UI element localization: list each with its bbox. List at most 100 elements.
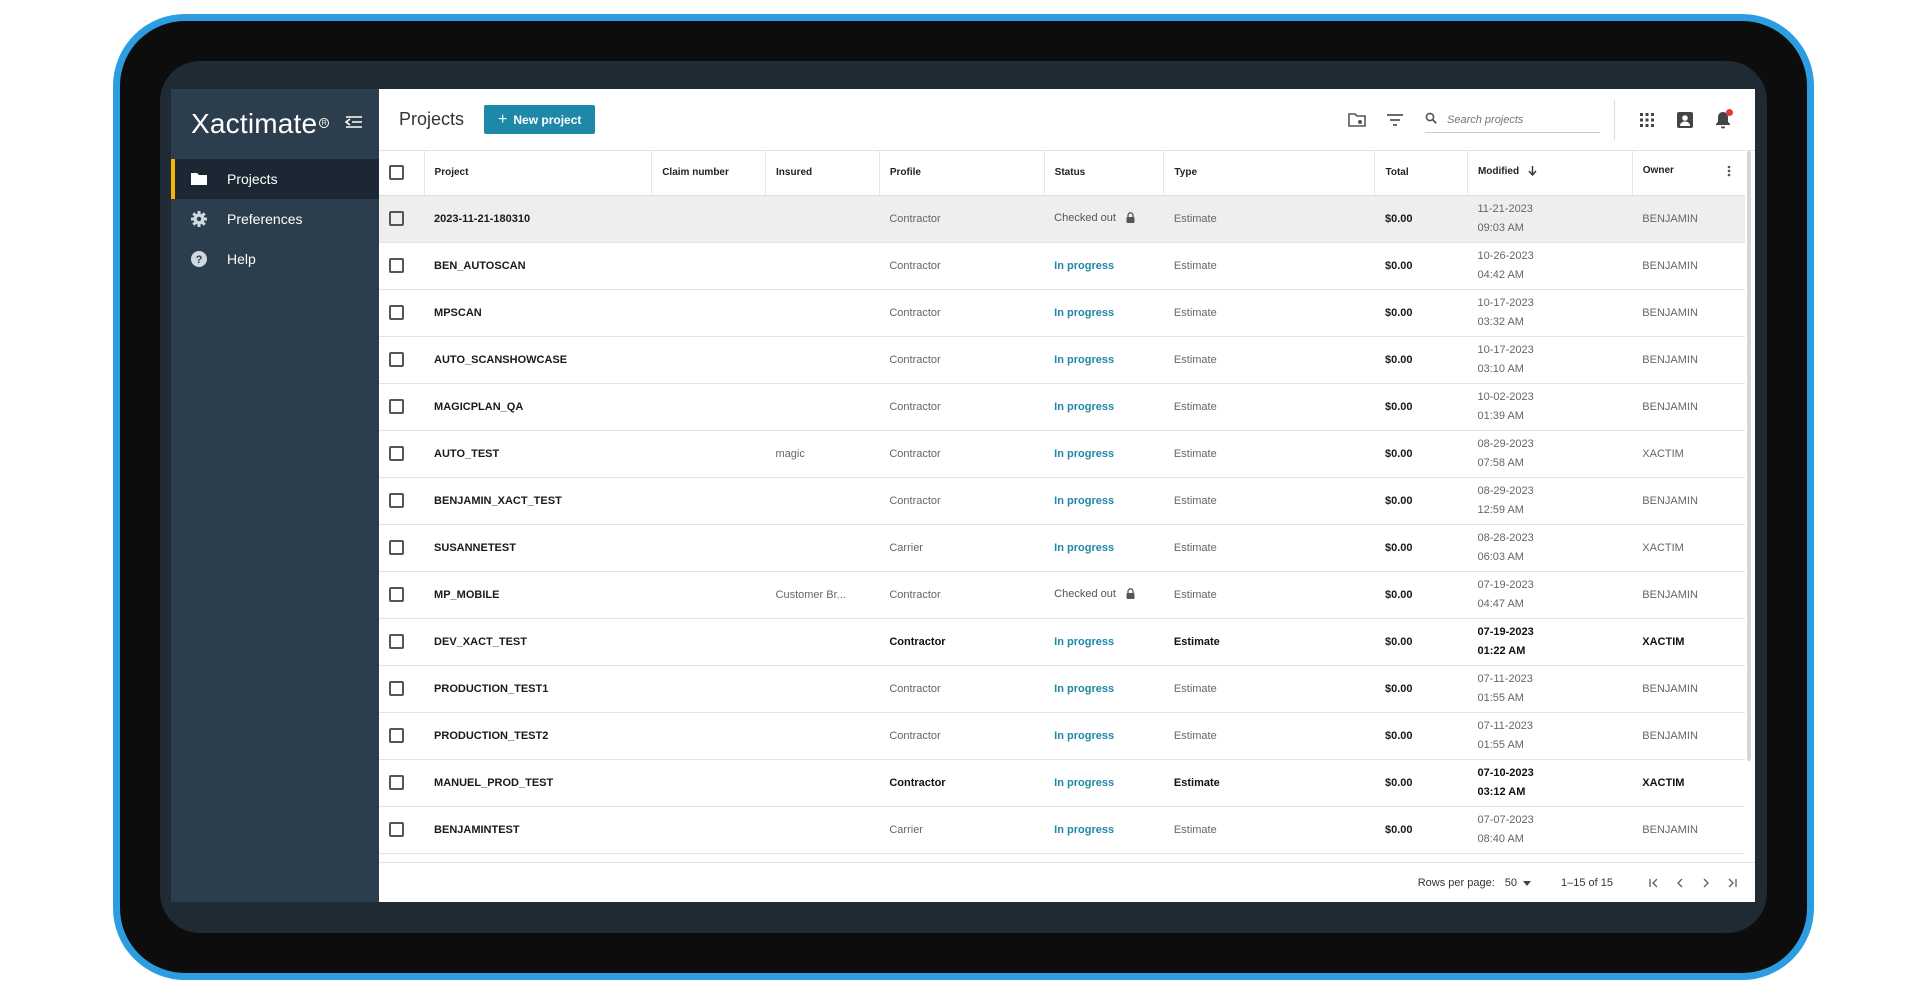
account-icon[interactable]	[1673, 108, 1697, 132]
table-row[interactable]: BENJAMIN_XACT_TEST Contractor In progress E…	[379, 477, 1745, 525]
column-insured[interactable]: Insured	[765, 151, 880, 196]
table-row[interactable]: 2023-11-21-180310 Contractor Checked out Es…	[379, 195, 1745, 243]
filter-icon[interactable]	[1383, 108, 1407, 132]
row-checkbox[interactable]	[389, 634, 404, 649]
sidebar: Xactimate R Projects Preferences ? Help	[171, 89, 379, 902]
table-row[interactable]: BENJAMINTEST Carrier In progress Estimate $0…	[379, 806, 1745, 854]
notification-bell-icon[interactable]	[1711, 108, 1735, 132]
divider	[1614, 100, 1615, 140]
column-total[interactable]: Total	[1374, 151, 1468, 196]
row-checkbox[interactable]	[389, 822, 404, 837]
type: Estimate	[1163, 289, 1375, 337]
type: Estimate	[1163, 242, 1375, 290]
search-input[interactable]	[1447, 113, 1587, 126]
project-name[interactable]: BENJAMIN_XACT_TEST	[424, 477, 652, 525]
table-row[interactable]: SUSANNETEST Carrier In progress Estimate $0.…	[379, 524, 1745, 572]
modified-date: 07-07-2023	[1477, 813, 1534, 826]
row-checkbox[interactable]	[389, 211, 404, 226]
modified-time: 01:55 AM	[1477, 691, 1524, 704]
column-status[interactable]: Status	[1044, 151, 1165, 196]
sort-descending-icon[interactable]	[1528, 166, 1537, 179]
insured: magic	[765, 430, 880, 478]
project-name[interactable]: BENJAMINTEST	[424, 806, 652, 854]
folder-settings-icon[interactable]	[1345, 108, 1369, 132]
table-row[interactable]: MP_MOBILE Customer Br... Contractor Checked…	[379, 571, 1745, 619]
rows-per-page-select[interactable]: 50	[1505, 877, 1531, 889]
table-row[interactable]: PRODUCTION_TEST2 Contractor In progress Est…	[379, 712, 1745, 760]
column-menu-icon[interactable]	[1727, 165, 1731, 180]
status-text: In progress	[1054, 776, 1115, 789]
column-claim-number[interactable]: Claim number	[651, 151, 767, 196]
select-all-checkbox[interactable]	[389, 165, 404, 181]
table-row[interactable]: BEN_AUTOSCAN Contractor In progress Estimat…	[379, 242, 1745, 290]
next-page-icon[interactable]	[1693, 870, 1719, 896]
sidebar-item-preferences[interactable]: Preferences	[171, 199, 379, 239]
topbar: Projects + New project	[379, 89, 1755, 151]
sidebar-item-projects[interactable]: Projects	[171, 159, 379, 199]
project-name[interactable]: BEN_AUTOSCAN	[424, 242, 652, 290]
modified-time: 12:59 AM	[1477, 503, 1524, 516]
modified-time: 09:03 AM	[1477, 221, 1524, 234]
table-row[interactable]: MAGICPLAN_QA Contractor In progress Estimat…	[379, 383, 1745, 431]
total: $0.00	[1374, 524, 1468, 572]
new-project-button[interactable]: + New project	[484, 105, 596, 134]
row-checkbox[interactable]	[389, 540, 404, 555]
collapse-sidebar-icon[interactable]	[343, 111, 365, 133]
previous-page-icon[interactable]	[1667, 870, 1693, 896]
column-modified[interactable]: Modified	[1467, 151, 1633, 196]
status-text: In progress	[1054, 729, 1115, 742]
table-row[interactable]: MANUEL_PROD_TEST Contractor In progress Est…	[379, 759, 1745, 807]
row-checkbox[interactable]	[389, 681, 404, 696]
project-name[interactable]: AUTO_TEST	[424, 430, 652, 478]
sidebar-item-help[interactable]: ? Help	[171, 239, 379, 279]
row-checkbox[interactable]	[389, 258, 404, 273]
project-name[interactable]: MP_MOBILE	[424, 571, 652, 619]
row-checkbox[interactable]	[389, 446, 404, 461]
table-row[interactable]: AUTO_SCANSHOWCASE Contractor In progress Es…	[379, 336, 1745, 384]
project-name[interactable]: 2023-11-21-180310	[424, 195, 652, 243]
column-type[interactable]: Type	[1163, 151, 1376, 196]
row-checkbox[interactable]	[389, 399, 404, 414]
folder-icon	[189, 169, 209, 189]
table-row[interactable]: MPSCAN Contractor In progress Estimate $0.00…	[379, 289, 1745, 337]
project-name[interactable]: PRODUCTION_TEST2	[424, 712, 652, 760]
column-profile[interactable]: Profile	[879, 151, 1045, 196]
table-header-row: Project Claim number Insured Profile Sta…	[379, 151, 1745, 196]
profile: Contractor	[879, 618, 1045, 666]
table-row[interactable]: AUTO_TEST magic Contractor In progress Estim…	[379, 430, 1745, 478]
row-checkbox[interactable]	[389, 587, 404, 602]
apps-grid-icon[interactable]	[1635, 108, 1659, 132]
modified-cell: 10-17-2023 03:10 AM	[1467, 336, 1633, 384]
project-name[interactable]: SUSANNETEST	[424, 524, 652, 572]
column-project[interactable]: Project	[424, 151, 653, 196]
project-name[interactable]: AUTO_SCANSHOWCASE	[424, 336, 652, 384]
status-text: In progress	[1054, 259, 1115, 272]
project-name[interactable]: MANUEL_PROD_TEST	[424, 759, 652, 807]
insured	[765, 289, 880, 337]
project-name[interactable]: MAGICPLAN_QA	[424, 383, 652, 431]
row-checkbox[interactable]	[389, 493, 404, 508]
status-cell: In progress	[1044, 383, 1164, 431]
project-name[interactable]: PRODUCTION_TEST1	[424, 665, 652, 713]
brand-name: Xactimate	[191, 108, 318, 139]
modified-cell: 08-29-2023 07:58 AM	[1467, 430, 1633, 478]
table-row[interactable]: PRODUCTION_TEST1 Contractor In progress Est…	[379, 665, 1745, 713]
sidebar-nav: Projects Preferences ? Help	[171, 159, 379, 279]
status-text: In progress	[1054, 682, 1115, 695]
vertical-scrollbar[interactable]	[1747, 151, 1751, 761]
status-cell: In progress	[1044, 524, 1164, 572]
row-checkbox[interactable]	[389, 775, 404, 790]
modified-date: 07-19-2023	[1477, 625, 1534, 638]
row-checkbox[interactable]	[389, 305, 404, 320]
row-checkbox[interactable]	[389, 728, 404, 743]
row-checkbox[interactable]	[389, 352, 404, 367]
table-row[interactable]: DEV_XACT_TEST Contractor In progress Estima…	[379, 618, 1745, 666]
project-name[interactable]: MPSCAN	[424, 289, 652, 337]
row-checkbox-cell	[379, 336, 425, 384]
type: Estimate	[1163, 618, 1375, 666]
project-name[interactable]: DEV_XACT_TEST	[424, 618, 652, 666]
column-owner[interactable]: Owner	[1632, 151, 1745, 196]
modified-date: 07-19-2023	[1477, 578, 1534, 591]
first-page-icon[interactable]	[1641, 870, 1667, 896]
last-page-icon[interactable]	[1719, 870, 1745, 896]
